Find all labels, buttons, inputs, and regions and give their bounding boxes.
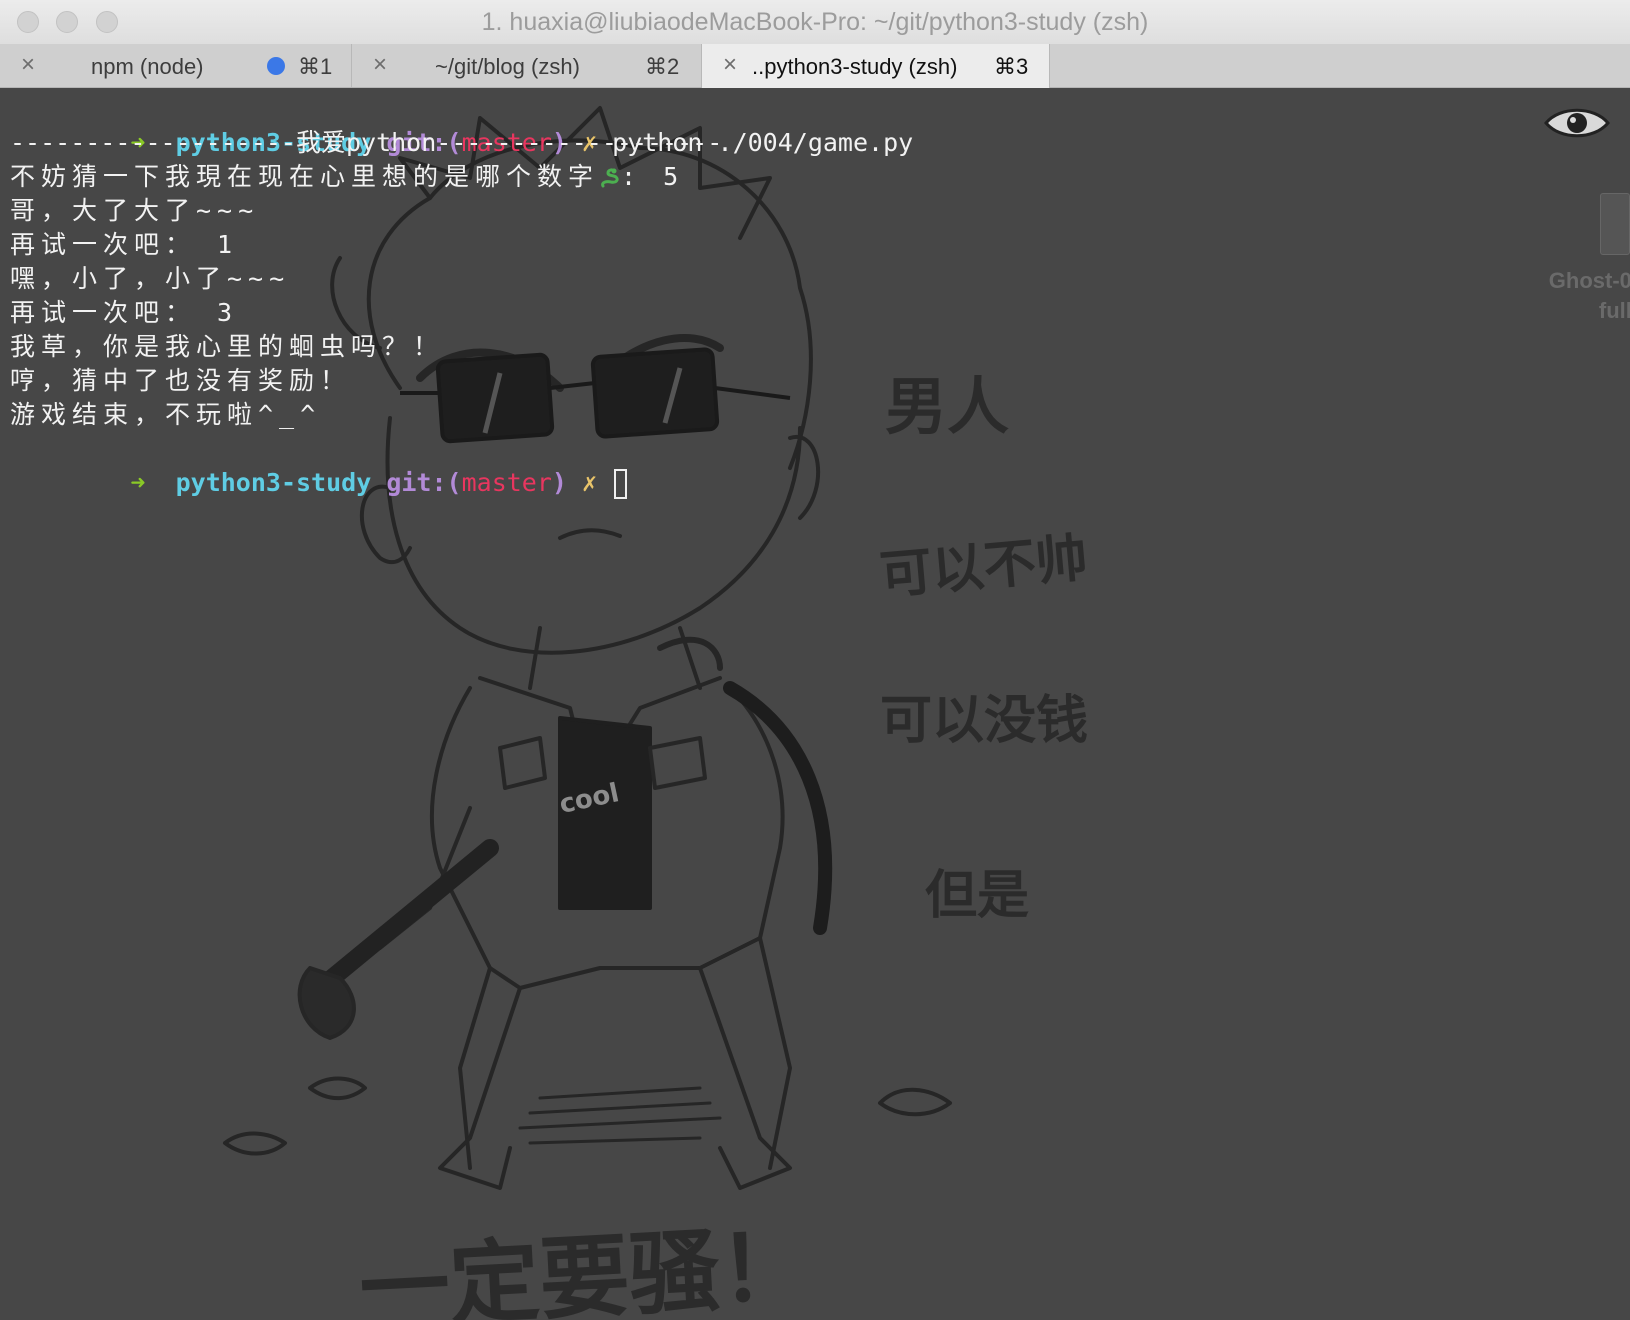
- terminal-window: 1. huaxia@liubiaodeMacBook-Pro: ~/git/py…: [0, 0, 1630, 1320]
- tab-python3-study[interactable]: × ..python3-study (zsh) ⌘3: [702, 44, 1050, 88]
- text-cursor[interactable]: [614, 469, 628, 499]
- file-icon[interactable]: [1600, 193, 1630, 255]
- dirty-mark-icon: ✗: [582, 468, 598, 497]
- activity-dot-icon: [267, 57, 285, 75]
- tab-blog[interactable]: × ~/git/blog (zsh) ⌘2: [352, 44, 702, 87]
- output-line: 我草，你是我心里的蛔虫吗？！: [10, 332, 445, 361]
- snake-emoji-icon: [601, 168, 619, 188]
- desktop-file-label: full.: [1598, 298, 1630, 323]
- caption-line: 可以没钱: [880, 691, 1088, 751]
- tab-shortcut: ⌘3: [994, 54, 1029, 79]
- tab-shortcut: ⌘1: [298, 54, 333, 79]
- output-text: 不妨猜一下我現在现在心里想的是哪个数字: [10, 162, 600, 191]
- prompt-git-prefix: git:(: [386, 468, 462, 497]
- window-title: 1. huaxia@liubiaodeMacBook-Pro: ~/git/py…: [481, 8, 1149, 36]
- output-line: 再试一次吧： 1: [10, 230, 239, 259]
- output-line: 哥，大了大了~~~: [10, 196, 260, 225]
- output-line: 嘿，小了，小了~~~: [10, 264, 291, 293]
- close-icon[interactable]: ×: [716, 51, 744, 79]
- caption-line: 一定要骚！: [357, 1214, 812, 1320]
- prompt-line[interactable]: ➜ python3-study git:(master) ✗: [10, 432, 913, 499]
- prompt-git-suffix: ): [551, 468, 567, 497]
- tab-label: ~/git/blog (zsh): [435, 54, 580, 79]
- tab-bar: × npm (node) ⌘1 × ~/git/blog (zsh) ⌘2 × …: [0, 44, 1630, 88]
- output-line: 游戏结束，不玩啦^_^: [10, 400, 322, 429]
- tab-label: ..python3-study (zsh): [752, 54, 958, 79]
- desktop-file-label: Ghost-0.: [1548, 268, 1630, 293]
- output-line: 不妨猜一下我現在现在心里想的是哪个数字 : 5: [10, 160, 913, 194]
- tab-shortcut: ⌘2: [645, 54, 680, 79]
- tab-label: npm (node): [91, 54, 204, 79]
- prompt-branch: master: [461, 468, 552, 497]
- output-text: : 5: [621, 162, 685, 191]
- desktop-overlay: Ghost-0. full.: [1520, 88, 1630, 488]
- close-icon[interactable]: ×: [14, 51, 42, 79]
- close-icon[interactable]: ×: [366, 51, 394, 79]
- output-line: 再试一次吧： 3: [10, 298, 239, 327]
- prompt-dir: python3-study: [175, 468, 372, 497]
- terminal-output: ➜ python3-study git:(master) ✗ python ./…: [10, 92, 913, 499]
- title-bar[interactable]: 1. huaxia@liubiaodeMacBook-Pro: ~/git/py…: [0, 0, 1630, 45]
- prompt-line: ➜ python3-study git:(master) ✗ python ./…: [10, 92, 913, 157]
- prompt-arrow-icon: ➜: [130, 468, 146, 497]
- caption-line: 可以不帅: [878, 528, 1090, 606]
- tab-npm[interactable]: × npm (node) ⌘1: [0, 44, 352, 87]
- output-line: 哼，猜中了也没有奖励！: [10, 366, 352, 395]
- eye-icon: [1544, 108, 1610, 138]
- terminal-pane[interactable]: cool 男人 可以不帅 可以没钱 但是 一定要骚！ Ghost-0. full…: [0, 88, 1630, 1320]
- caption-line: 但是: [925, 866, 1029, 926]
